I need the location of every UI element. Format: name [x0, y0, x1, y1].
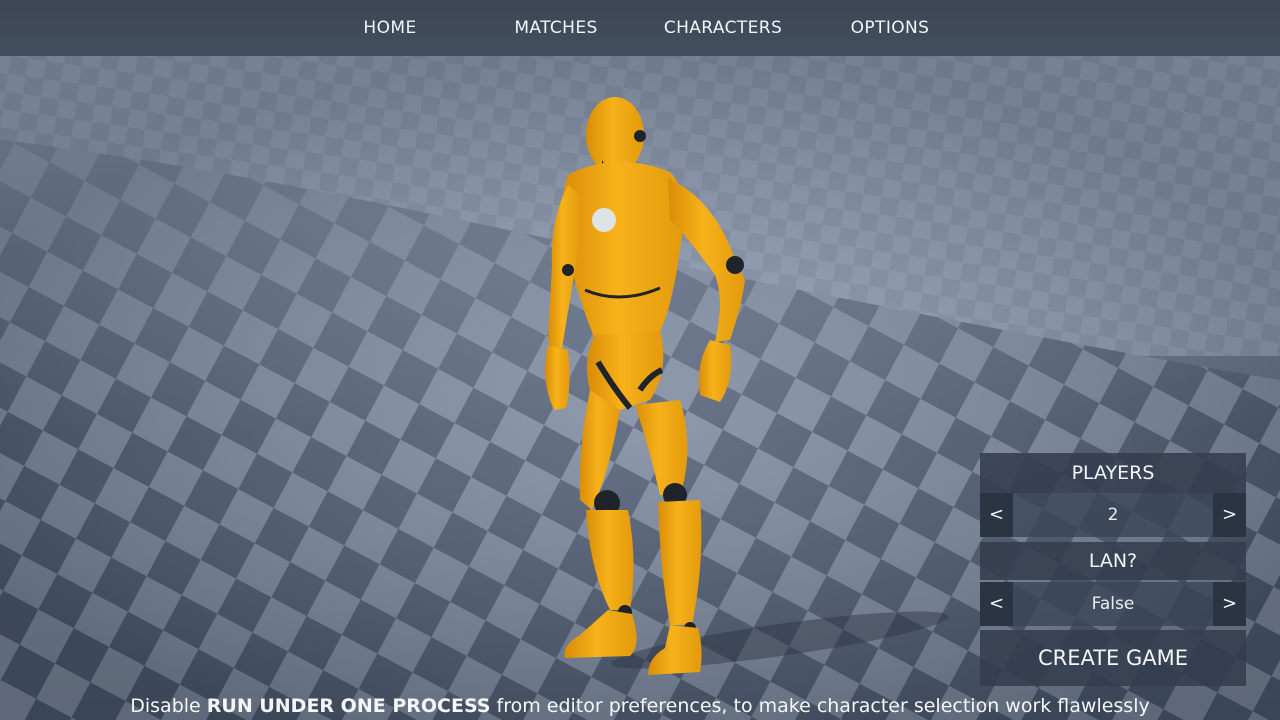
lan-next-button[interactable]: >	[1213, 582, 1246, 626]
nav-item-home[interactable]: HOME	[330, 0, 450, 56]
players-prev-button[interactable]: <	[980, 493, 1013, 537]
nav-item-characters[interactable]: CHARACTERS	[648, 0, 798, 56]
lan-prev-button[interactable]: <	[980, 582, 1013, 626]
lan-value: False	[1091, 594, 1135, 614]
hint-prefix: Disable	[130, 695, 207, 717]
hint-suffix: from editor preferences, to make charact…	[490, 695, 1150, 717]
create-game-button[interactable]: CREATE GAME	[980, 630, 1246, 686]
lan-selector: < False >	[980, 582, 1246, 626]
game-viewport: HOME MATCHES CHARACTERS OPTIONS PLAYERS …	[0, 0, 1280, 720]
lan-label: LAN?	[980, 542, 1246, 580]
circle-emblem-icon	[592, 208, 616, 232]
players-next-button[interactable]: >	[1213, 493, 1246, 537]
players-value: 2	[1107, 505, 1119, 525]
players-selector: < 2 >	[980, 493, 1246, 537]
nav-item-options[interactable]: OPTIONS	[830, 0, 950, 56]
nav-item-matches[interactable]: MATCHES	[496, 0, 616, 56]
hint-emphasis: RUN UNDER ONE PROCESS	[206, 695, 491, 717]
top-navigation-bar: HOME MATCHES CHARACTERS OPTIONS	[0, 0, 1280, 56]
players-label: PLAYERS	[980, 453, 1246, 493]
character-mannequin	[545, 97, 745, 675]
hint-message: Disable RUN UNDER ONE PROCESS from edito…	[0, 692, 1280, 720]
